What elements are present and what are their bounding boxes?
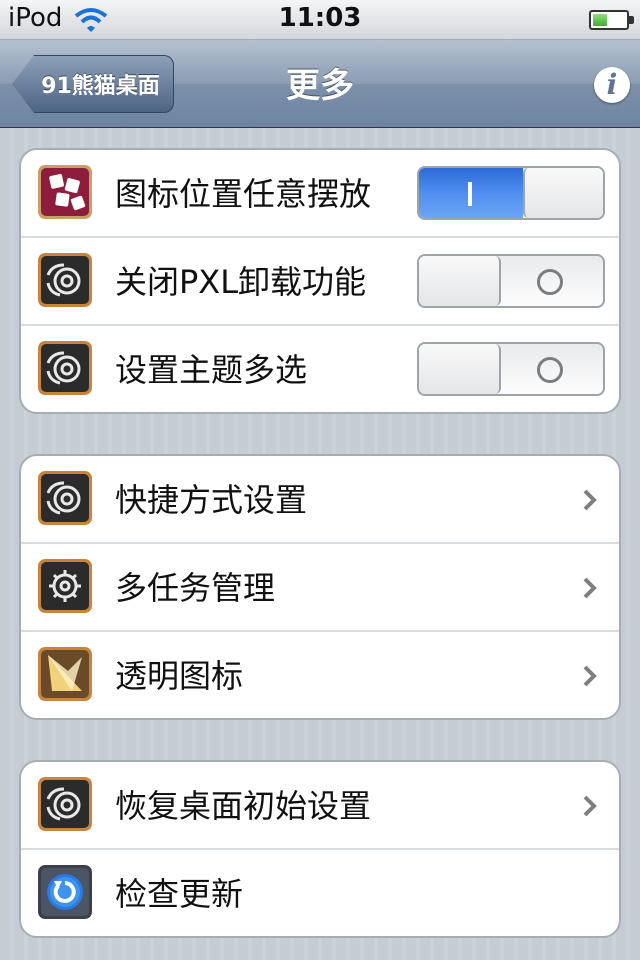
chevron-right-icon bbox=[583, 577, 597, 599]
row-label: 设置主题多选 bbox=[115, 351, 308, 389]
gear-icon bbox=[38, 559, 92, 613]
chevron-right-icon bbox=[583, 489, 597, 511]
row-label: 快捷方式设置 bbox=[115, 481, 308, 519]
row-label: 恢复桌面初始设置 bbox=[115, 787, 372, 825]
toggle-switch-off[interactable] bbox=[417, 254, 605, 308]
row-transparent-icons[interactable]: 透明图标 bbox=[21, 632, 619, 718]
info-button[interactable]: i bbox=[594, 67, 630, 103]
row-label: 透明图标 bbox=[115, 657, 244, 695]
row-theme-multi-select[interactable]: 设置主题多选 bbox=[21, 326, 619, 412]
row-label: 图标位置任意摆放 bbox=[115, 175, 372, 213]
refresh-icon bbox=[38, 865, 92, 919]
row-label: 检查更新 bbox=[115, 875, 244, 913]
row-disable-pxl-uninstall[interactable]: 关闭PXL卸载功能 bbox=[21, 238, 619, 326]
battery-level bbox=[593, 14, 607, 26]
settings-group-navigation: 快捷方式设置 多任务管理 透明图标 bbox=[19, 454, 621, 720]
gear-swirl-icon bbox=[38, 253, 92, 307]
settings-group-toggles: 图标位置任意摆放 关闭PXL卸载功能 设置主题多选 bbox=[19, 148, 621, 414]
gear-swirl-icon bbox=[38, 777, 92, 831]
row-label: 多任务管理 bbox=[115, 569, 276, 607]
row-multitask-management[interactable]: 多任务管理 bbox=[21, 544, 619, 632]
toggle-switch-on[interactable] bbox=[417, 166, 605, 220]
navigation-bar: 91熊猫桌面 更多 i bbox=[0, 40, 640, 128]
status-bar: iPod 11:03 bbox=[0, 0, 640, 40]
row-restore-defaults[interactable]: 恢复桌面初始设置 bbox=[21, 762, 619, 850]
row-label: 关闭PXL卸载功能 bbox=[115, 263, 367, 301]
chevron-right-icon bbox=[583, 665, 597, 687]
gear-swirl-icon bbox=[38, 341, 92, 395]
row-shortcut-settings[interactable]: 快捷方式设置 bbox=[21, 456, 619, 544]
transparent-icon bbox=[38, 647, 92, 701]
chevron-right-icon bbox=[583, 795, 597, 817]
gear-swirl-icon bbox=[38, 471, 92, 525]
row-icon-free-placement[interactable]: 图标位置任意摆放 bbox=[21, 150, 619, 238]
settings-group-maintenance: 恢复桌面初始设置 检查更新 bbox=[19, 760, 621, 938]
dice-app-icon bbox=[38, 165, 92, 219]
toggle-switch-off[interactable] bbox=[417, 342, 605, 396]
row-check-updates[interactable]: 检查更新 bbox=[21, 850, 619, 936]
clock: 11:03 bbox=[278, 3, 362, 33]
page-title: 更多 bbox=[286, 66, 354, 106]
battery-icon bbox=[589, 10, 634, 30]
